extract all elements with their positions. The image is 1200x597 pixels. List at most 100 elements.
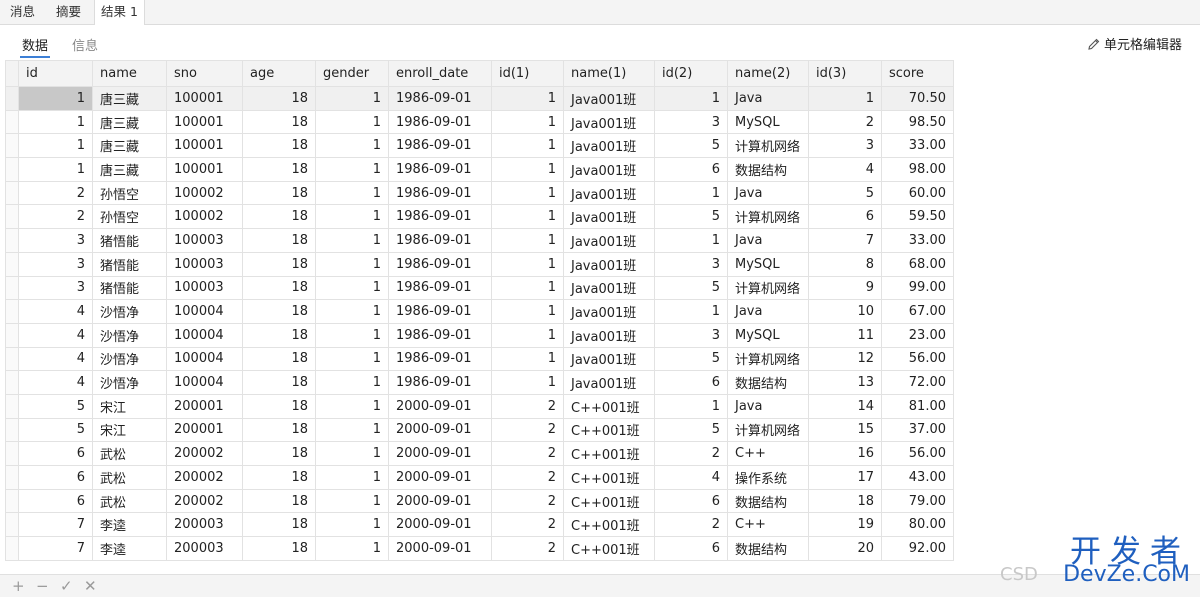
table-cell[interactable]: 1986-09-01: [388, 370, 492, 395]
table-cell[interactable]: 100002: [166, 180, 243, 206]
row-header[interactable]: [5, 275, 19, 301]
table-cell[interactable]: MySQL: [727, 109, 809, 135]
table-cell[interactable]: 18: [242, 370, 316, 395]
table-cell[interactable]: Java: [727, 393, 809, 419]
table-cell[interactable]: 1: [315, 228, 389, 253]
table-cell[interactable]: 2: [491, 465, 564, 490]
apply-changes-button[interactable]: ✓: [60, 577, 73, 595]
table-cell[interactable]: 沙悟净: [92, 299, 167, 324]
row-header[interactable]: [5, 441, 19, 466]
table-row[interactable]: 6 武松 200002 18 1 2000-09-01 2 C++001班 4 操作系统 17 43.…: [5, 465, 954, 490]
table-cell[interactable]: 1: [654, 228, 728, 253]
table-cell[interactable]: 2: [491, 536, 564, 561]
table-cell[interactable]: C++001班: [563, 441, 655, 466]
table-cell[interactable]: 100001: [166, 157, 243, 182]
row-header[interactable]: [5, 346, 19, 372]
table-row[interactable]: 3 猪悟能 100003 18 1 1986-09-01 1 Java001班 1 Java 7 33…: [5, 228, 954, 253]
row-header[interactable]: [5, 417, 19, 443]
table-cell[interactable]: 18: [242, 417, 316, 443]
table-cell[interactable]: 1: [315, 465, 389, 490]
table-cell[interactable]: 3: [654, 322, 728, 348]
row-header[interactable]: [5, 465, 19, 490]
table-cell[interactable]: 2: [18, 180, 93, 206]
table-cell[interactable]: 18: [242, 488, 316, 514]
table-cell[interactable]: 92.00: [881, 536, 954, 561]
table-cell[interactable]: 9: [808, 275, 882, 301]
table-cell[interactable]: 1986-09-01: [388, 228, 492, 253]
result-grid[interactable]: id name sno age gender enroll_date id(1) name(1…: [5, 60, 954, 561]
table-cell[interactable]: 6: [18, 488, 93, 514]
table-cell[interactable]: 2: [654, 512, 728, 538]
table-cell[interactable]: 1986-09-01: [388, 157, 492, 182]
table-cell[interactable]: C++001班: [563, 393, 655, 419]
column-header-id[interactable]: id: [18, 60, 93, 87]
table-cell[interactable]: C++001班: [563, 465, 655, 490]
table-cell[interactable]: 1: [315, 393, 389, 419]
table-cell[interactable]: 3: [18, 275, 93, 301]
column-header-name1[interactable]: name(1): [563, 60, 655, 87]
add-row-button[interactable]: +: [12, 577, 25, 595]
table-cell[interactable]: Java: [727, 299, 809, 324]
table-cell[interactable]: 数据结构: [727, 488, 809, 514]
table-cell[interactable]: 1: [654, 180, 728, 206]
table-cell[interactable]: 武松: [92, 465, 167, 490]
tab-result-1[interactable]: 结果 1: [94, 0, 145, 25]
table-cell[interactable]: 3: [654, 251, 728, 277]
table-cell[interactable]: 18: [242, 180, 316, 206]
row-header[interactable]: [5, 180, 19, 206]
table-cell[interactable]: 200002: [166, 441, 243, 466]
table-cell[interactable]: C++001班: [563, 536, 655, 561]
row-header[interactable]: [5, 370, 19, 395]
table-cell[interactable]: 100004: [166, 346, 243, 372]
row-header[interactable]: [5, 228, 19, 253]
table-cell[interactable]: 1: [491, 299, 564, 324]
row-header[interactable]: [5, 86, 19, 111]
table-cell[interactable]: 1: [491, 109, 564, 135]
table-cell[interactable]: 8: [808, 251, 882, 277]
delete-row-button[interactable]: −: [36, 577, 49, 595]
table-row[interactable]: 5 宋江 200001 18 1 2000-09-01 2 C++001班 1 Java 14 81.…: [5, 393, 954, 419]
column-header-enroll-date[interactable]: enroll_date: [388, 60, 492, 87]
column-header-gender[interactable]: gender: [315, 60, 389, 87]
row-header[interactable]: [5, 133, 19, 159]
table-cell[interactable]: 68.00: [881, 251, 954, 277]
table-cell[interactable]: 100001: [166, 133, 243, 159]
table-cell[interactable]: 2: [491, 441, 564, 466]
table-cell[interactable]: 3: [18, 228, 93, 253]
table-cell[interactable]: 5: [654, 417, 728, 443]
table-cell[interactable]: 18: [242, 86, 316, 111]
table-cell[interactable]: 98.50: [881, 109, 954, 135]
table-cell[interactable]: 数据结构: [727, 370, 809, 395]
table-row[interactable]: 5 宋江 200001 18 1 2000-09-01 2 C++001班 5 计算机网络 15 37…: [5, 417, 954, 443]
table-cell[interactable]: 李逵: [92, 512, 167, 538]
row-header[interactable]: [5, 488, 19, 514]
table-cell[interactable]: 计算机网络: [727, 346, 809, 372]
table-row[interactable]: 6 武松 200002 18 1 2000-09-01 2 C++001班 2 C++ 16 56.0…: [5, 441, 954, 466]
tab-messages[interactable]: 消息: [4, 0, 41, 24]
table-cell[interactable]: 100003: [166, 251, 243, 277]
table-cell[interactable]: 17: [808, 465, 882, 490]
table-cell[interactable]: 1: [315, 109, 389, 135]
table-cell[interactable]: 1: [315, 488, 389, 514]
row-header[interactable]: [5, 512, 19, 538]
table-cell[interactable]: Java001班: [563, 370, 655, 395]
table-cell[interactable]: 18: [242, 157, 316, 182]
table-cell[interactable]: Java001班: [563, 299, 655, 324]
table-cell[interactable]: Java001班: [563, 322, 655, 348]
table-cell[interactable]: 1: [18, 86, 93, 111]
table-cell[interactable]: 200001: [166, 393, 243, 419]
column-header-sno[interactable]: sno: [166, 60, 243, 87]
table-row[interactable]: 4 沙悟净 100004 18 1 1986-09-01 1 Java001班 5 计算机网络 12…: [5, 346, 954, 372]
table-cell[interactable]: 18: [242, 275, 316, 301]
table-cell[interactable]: 3: [808, 133, 882, 159]
table-cell[interactable]: 18: [242, 465, 316, 490]
table-cell[interactable]: 4: [18, 346, 93, 372]
table-cell[interactable]: 5: [654, 275, 728, 301]
table-cell[interactable]: 200003: [166, 512, 243, 538]
table-cell[interactable]: C++: [727, 512, 809, 538]
table-cell[interactable]: 4: [18, 299, 93, 324]
table-cell[interactable]: 1: [491, 251, 564, 277]
table-cell[interactable]: 2000-09-01: [388, 393, 492, 419]
table-cell[interactable]: 6: [654, 488, 728, 514]
table-cell[interactable]: 1: [315, 536, 389, 561]
